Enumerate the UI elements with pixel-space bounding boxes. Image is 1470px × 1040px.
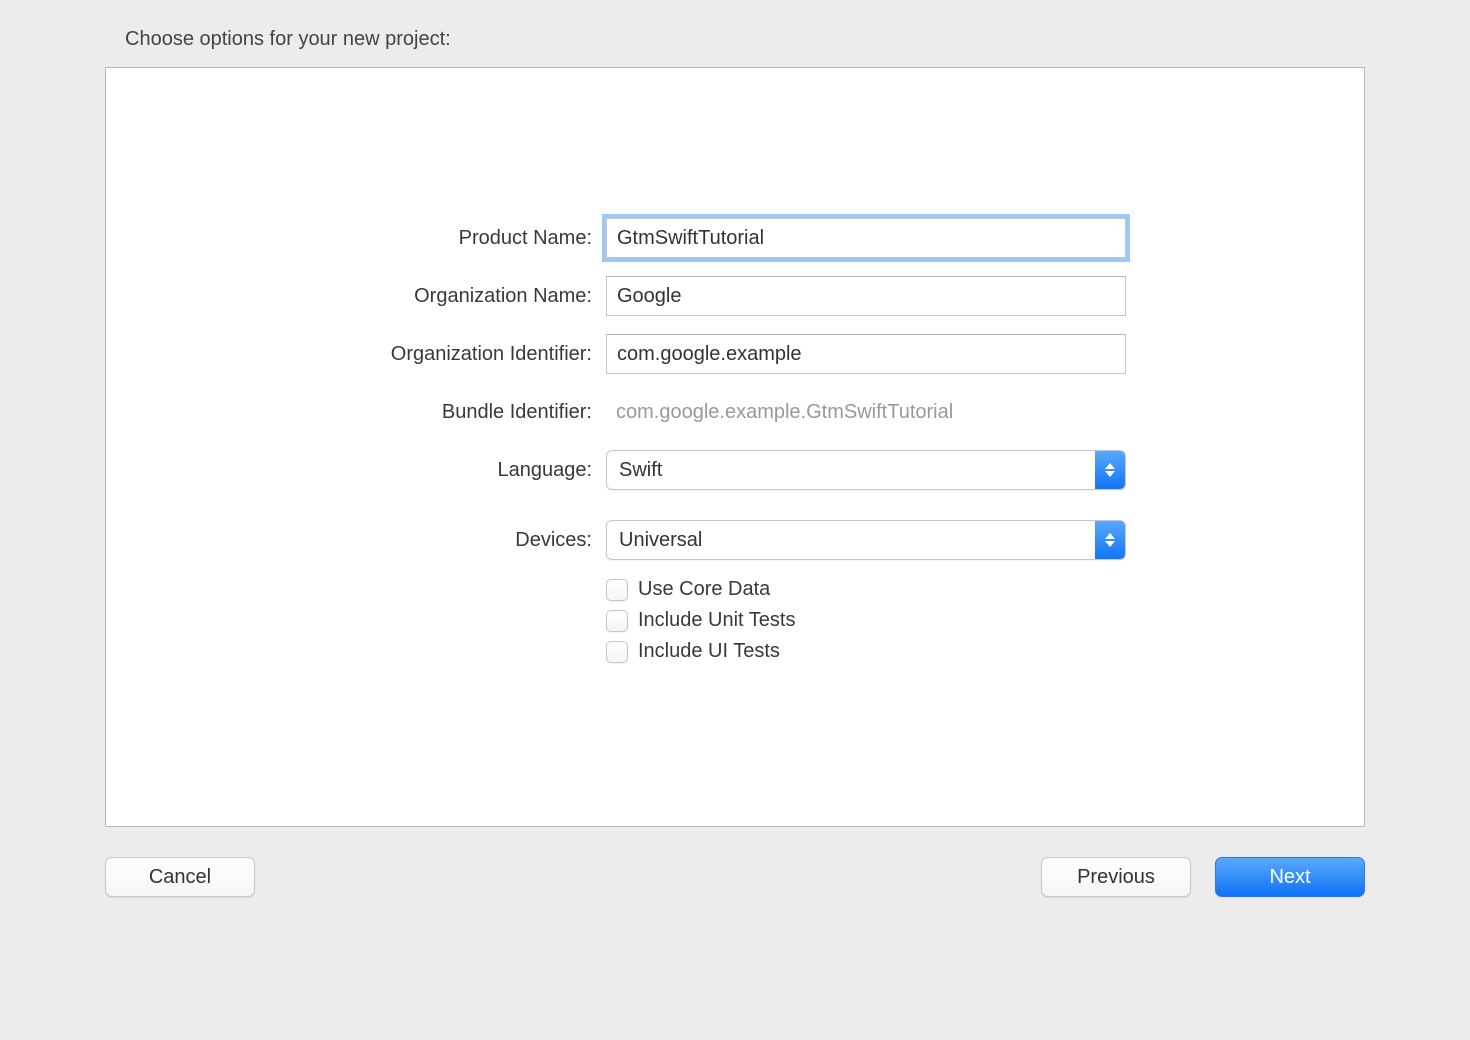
use-core-data-checkbox[interactable] bbox=[606, 579, 628, 601]
language-select-value: Swift bbox=[619, 459, 662, 482]
updown-arrow-icon bbox=[1095, 451, 1125, 489]
dialog-title: Choose options for your new project: bbox=[125, 28, 1365, 51]
organization-identifier-label: Organization Identifier: bbox=[106, 343, 606, 366]
organization-name-row: Organization Name: bbox=[106, 276, 1364, 316]
organization-name-label: Organization Name: bbox=[106, 285, 606, 308]
organization-identifier-row: Organization Identifier: bbox=[106, 334, 1364, 374]
product-name-label: Product Name: bbox=[106, 227, 606, 250]
include-ui-tests-row: Include UI Tests bbox=[606, 640, 1364, 663]
include-unit-tests-label: Include Unit Tests bbox=[638, 609, 796, 632]
bundle-identifier-label: Bundle Identifier: bbox=[106, 401, 606, 424]
organization-identifier-input[interactable] bbox=[606, 334, 1126, 374]
product-name-input[interactable] bbox=[606, 218, 1126, 258]
devices-label: Devices: bbox=[106, 529, 606, 552]
project-options-form: Product Name: Organization Name: Organiz… bbox=[106, 218, 1364, 663]
include-unit-tests-checkbox[interactable] bbox=[606, 610, 628, 632]
button-right-group: Previous Next bbox=[1041, 857, 1365, 897]
devices-select-value: Universal bbox=[619, 529, 702, 552]
devices-select[interactable]: Universal bbox=[606, 520, 1126, 560]
include-unit-tests-row: Include Unit Tests bbox=[606, 609, 1364, 632]
new-project-options-dialog: Choose options for your new project: Pro… bbox=[80, 0, 1390, 922]
include-ui-tests-label: Include UI Tests bbox=[638, 640, 780, 663]
product-name-row: Product Name: bbox=[106, 218, 1364, 258]
include-ui-tests-checkbox[interactable] bbox=[606, 641, 628, 663]
bundle-identifier-value: com.google.example.GtmSwiftTutorial bbox=[606, 392, 1126, 432]
language-select[interactable]: Swift bbox=[606, 450, 1126, 490]
devices-row: Devices: Universal bbox=[106, 520, 1364, 560]
use-core-data-row: Use Core Data bbox=[606, 578, 1364, 601]
content-panel: Product Name: Organization Name: Organiz… bbox=[105, 67, 1365, 827]
cancel-button[interactable]: Cancel bbox=[105, 857, 255, 897]
language-row: Language: Swift bbox=[106, 450, 1364, 490]
organization-name-input[interactable] bbox=[606, 276, 1126, 316]
updown-arrow-icon bbox=[1095, 521, 1125, 559]
use-core-data-label: Use Core Data bbox=[638, 578, 770, 601]
next-button[interactable]: Next bbox=[1215, 857, 1365, 897]
previous-button[interactable]: Previous bbox=[1041, 857, 1191, 897]
bundle-identifier-row: Bundle Identifier: com.google.example.Gt… bbox=[106, 392, 1364, 432]
button-bar: Cancel Previous Next bbox=[105, 857, 1365, 897]
language-label: Language: bbox=[106, 459, 606, 482]
checkbox-group: Use Core Data Include Unit Tests Include… bbox=[606, 578, 1364, 663]
